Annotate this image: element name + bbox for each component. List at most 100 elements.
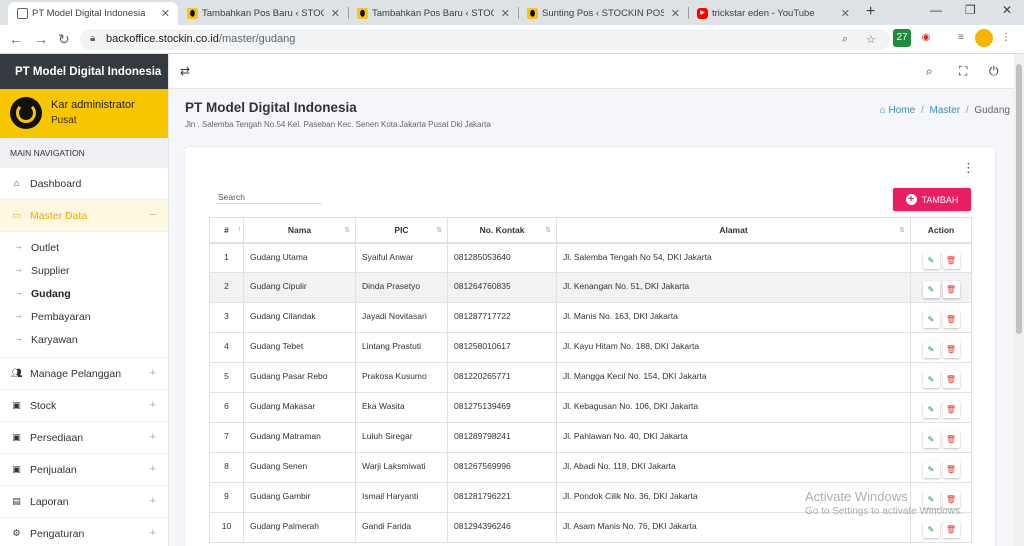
breadcrumb-home[interactable]: Home	[888, 105, 915, 116]
edit-icon[interactable]: ✎	[922, 431, 940, 448]
edit-icon[interactable]: ✎	[922, 341, 940, 358]
sidebar-item-laporan[interactable]: ▤ Laporan +	[0, 486, 168, 518]
user-role: Pusat	[51, 115, 77, 126]
cell-kontak: 081294396246	[447, 512, 557, 543]
cell-kontak: 081281796221	[447, 482, 557, 513]
cell-alamat: Jl. Pahlawan No. 40, DKI Jakarta	[556, 422, 911, 453]
cell-alamat: Jl. Kenangan No. 51, DKI Jakarta	[556, 272, 911, 303]
sidebar-item-penjualan[interactable]: ▣ Penjualan +	[0, 454, 168, 486]
sidebar-item-pengaturan[interactable]: ⚙ Pengaturan +	[0, 518, 168, 546]
delete-icon[interactable]: 🗑︎	[942, 371, 960, 388]
browser-tab[interactable]: ⬮ Sunting Pos ‹ STOCKIN POS — ✕	[518, 2, 688, 25]
column-header-nama[interactable]: Nama ⇅	[243, 217, 356, 244]
close-tab-icon[interactable]: ✕	[841, 7, 850, 20]
close-tab-icon[interactable]: ✕	[331, 7, 340, 20]
reload-icon[interactable]: ↻	[58, 31, 70, 48]
minimize-icon[interactable]: —	[930, 3, 942, 17]
close-window-icon[interactable]: ✕	[1002, 3, 1012, 17]
search-input[interactable]	[216, 203, 322, 204]
row-actions: ✎ 🗑︎	[917, 251, 965, 269]
close-tab-icon[interactable]: ✕	[671, 7, 680, 20]
sidebar-subitem-outlet[interactable]: → Outlet	[0, 236, 168, 259]
browser-tab-active[interactable]: PT Model Digital Indonesia ✕	[8, 2, 178, 25]
column-header-no[interactable]: # ↑	[209, 217, 244, 244]
delete-icon[interactable]: 🗑︎	[942, 521, 960, 538]
column-header-pic[interactable]: PIC ⇅	[355, 217, 448, 244]
sidebar-item-manage-pelanggan[interactable]: 👥︎ Manage Pelanggan +	[0, 358, 168, 390]
edit-icon[interactable]: ✎	[922, 251, 940, 269]
row-actions: ✎ 🗑︎	[917, 400, 965, 418]
edit-icon[interactable]: ✎	[922, 281, 940, 298]
page-title: PT Model Digital Indonesia	[185, 100, 357, 115]
breadcrumb-master[interactable]: Master	[930, 105, 961, 116]
row-actions: ✎ 🗑︎	[917, 280, 965, 298]
back-icon[interactable]: ←	[9, 31, 23, 47]
delete-icon[interactable]: 🗑︎	[942, 251, 960, 269]
close-tab-icon[interactable]: ✕	[501, 7, 510, 20]
top-navbar: ⇄ ⌕ ⛶ ⏻	[169, 54, 1014, 89]
color-extension-icon[interactable]: ◉	[917, 29, 935, 47]
profile-avatar-icon[interactable]	[975, 29, 993, 47]
sidebar-subitem-pembayaran[interactable]: → Pembayaran	[0, 305, 168, 328]
bookmark-star-icon[interactable]: ☆	[866, 33, 876, 46]
close-tab-icon[interactable]: ✕	[161, 7, 170, 20]
sidebar-subitem-supplier[interactable]: → Supplier	[0, 259, 168, 282]
edit-icon[interactable]: ✎	[922, 401, 940, 418]
delete-icon[interactable]: 🗑︎	[942, 311, 960, 328]
delete-icon[interactable]: 🗑︎	[942, 341, 960, 358]
user-name: Kar administrator	[51, 99, 135, 111]
delete-icon[interactable]: 🗑︎	[942, 461, 960, 478]
cell-alamat: Jl. Mangga Kecil No. 154, DKI Jakarta	[556, 362, 911, 393]
gudang-card: ⋮ Search + TAMBAH # ↑ Nama ⇅ PIC ⇅ No. Kont…	[185, 147, 995, 546]
cell-kontak: 081285053640	[447, 242, 557, 273]
zoom-icon[interactable]: ⌕	[842, 33, 848, 46]
url-field[interactable]: 🔒︎ backoffice.stockin.co.id/master/gudan…	[80, 29, 890, 50]
new-tab-button[interactable]: +	[866, 3, 875, 21]
power-icon[interactable]: ⏻	[989, 64, 999, 79]
search-icon[interactable]: ⌕	[926, 64, 933, 79]
sidebar-item-stock[interactable]: ▣ Stock +	[0, 390, 168, 422]
browser-tab[interactable]: ▶ trickstar eden - YouTube ✕	[688, 2, 858, 25]
sidebar-item-master-data[interactable]: ▭ Master Data −	[0, 200, 168, 232]
page-scrollbar[interactable]	[1014, 54, 1024, 546]
browser-menu-icon[interactable]: ⋮	[997, 29, 1015, 47]
cell-pic: Eka Wasita	[355, 392, 448, 423]
browser-tab[interactable]: ⬮ Tambahkan Pos Baru ‹ STOCKIN ✕	[178, 2, 348, 25]
cell-kontak: 081220265771	[447, 362, 557, 393]
toggle-sidebar-icon[interactable]: ⇄	[180, 64, 190, 78]
cell-action: ✎ 🗑︎	[910, 362, 972, 393]
delete-icon[interactable]: 🗑︎	[942, 431, 960, 448]
scrollbar-thumb[interactable]	[1016, 64, 1022, 334]
add-gudang-button[interactable]: + TAMBAH	[893, 188, 971, 211]
watermark-title: Activate Windows	[805, 489, 908, 504]
stockin-icon: ⬮	[187, 8, 198, 19]
sidebar-subitem-karyawan[interactable]: → Karyawan	[0, 328, 168, 351]
delete-icon[interactable]: 🗑︎	[942, 401, 960, 418]
edit-icon[interactable]: ✎	[922, 521, 940, 538]
forward-icon[interactable]: →	[34, 31, 48, 47]
row-actions: ✎ 🗑︎	[917, 310, 965, 328]
sidebar: PT Model Digital Indonesia Kar administr…	[0, 54, 169, 546]
edit-icon[interactable]: ✎	[922, 371, 940, 388]
sidebar-item-dashboard[interactable]: ⌂ Dashboard	[0, 168, 168, 200]
sidebar-item-label: Master Data	[30, 209, 88, 222]
extension-badge-icon[interactable]: 27	[893, 29, 911, 47]
sidebar-item-persediaan[interactable]: ▣ Persediaan +	[0, 422, 168, 454]
column-header-kontak[interactable]: No. Kontak ⇅	[447, 217, 557, 244]
fullscreen-icon[interactable]: ⛶	[959, 64, 967, 79]
sidebar-subitem-gudang[interactable]: → Gudang	[0, 282, 168, 305]
cell-pic: Prakosa Kusumo	[355, 362, 448, 393]
brand-title[interactable]: PT Model Digital Indonesia	[0, 54, 168, 89]
restore-icon[interactable]: ❐	[965, 3, 976, 17]
sidebar-item-label: Dashboard	[30, 177, 82, 190]
more-options-icon[interactable]: ⋮	[962, 160, 975, 176]
row-actions: ✎ 🗑︎	[917, 370, 965, 388]
column-header-alamat[interactable]: Alamat ⇅	[556, 217, 911, 244]
delete-icon[interactable]: 🗑︎	[942, 281, 960, 298]
home-icon[interactable]: ⌂	[880, 105, 886, 116]
edit-icon[interactable]: ✎	[922, 311, 940, 328]
reading-list-icon[interactable]: ≡	[952, 29, 970, 47]
edit-icon[interactable]: ✎	[922, 461, 940, 478]
cell-action: ✎ 🗑︎	[910, 452, 972, 483]
browser-tab[interactable]: ⬮ Tambahkan Pos Baru ‹ STOCKIN ✕	[348, 2, 518, 25]
